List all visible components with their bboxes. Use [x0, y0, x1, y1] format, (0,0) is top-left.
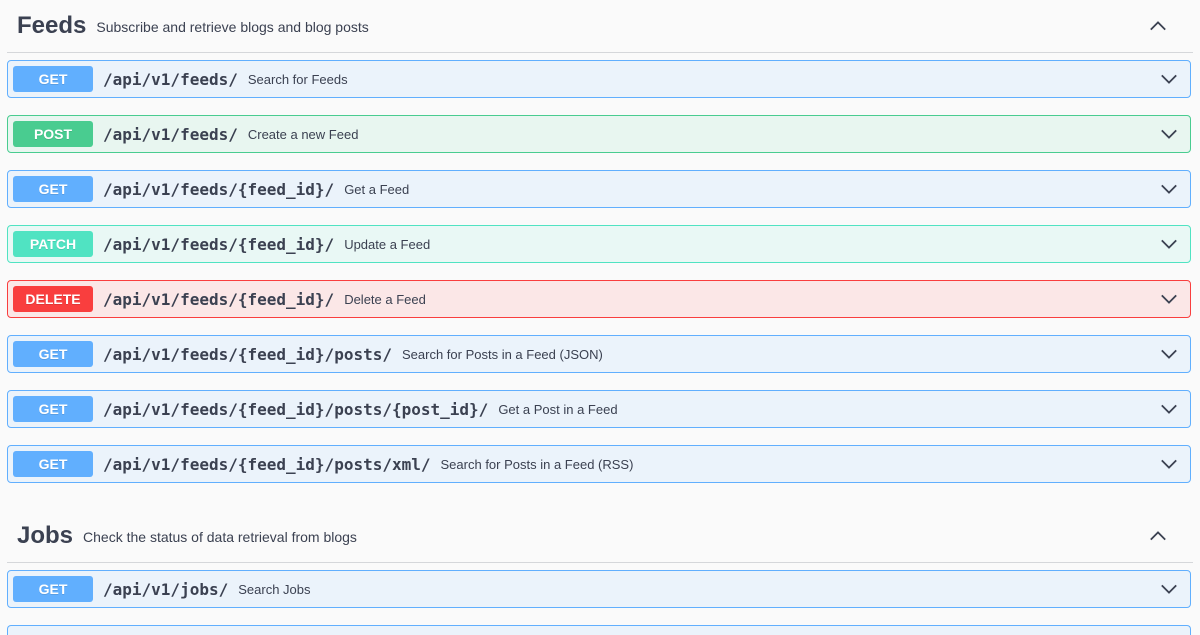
operation-row[interactable]: PATCH /api/v1/feeds/{feed_id}/ Update a … [7, 225, 1191, 263]
section-header-feeds[interactable]: Feeds Subscribe and retrieve blogs and b… [7, 0, 1193, 53]
method-badge: PATCH [13, 231, 93, 257]
chevron-up-icon[interactable] [1149, 527, 1167, 545]
operation-summary: Search for Posts in a Feed (JSON) [401, 346, 603, 362]
operation-summary: Search for Feeds [247, 71, 348, 87]
chevron-down-icon[interactable] [1160, 400, 1178, 418]
section-title-feeds: Feeds [17, 12, 87, 39]
chevron-down-icon[interactable] [1160, 580, 1178, 598]
operation-row[interactable]: GET /api/v1/feeds/{feed_id}/ Get a Feed [7, 170, 1191, 208]
chevron-down-icon[interactable] [1160, 180, 1178, 198]
operation-summary: Search for Posts in a Feed (RSS) [440, 456, 634, 472]
section-description-feeds: Subscribe and retrieve blogs and blog po… [96, 19, 369, 35]
chevron-down-icon[interactable] [1160, 345, 1178, 363]
operation-row[interactable]: GET /api/v1/jobs/ Search Jobs [7, 570, 1191, 608]
section-header-jobs[interactable]: Jobs Check the status of data retrieval … [7, 510, 1193, 563]
section-title-jobs: Jobs [17, 522, 74, 549]
operation-path: /api/v1/feeds/ [103, 69, 238, 89]
operation-summary: Get a Feed [344, 181, 410, 197]
chevron-down-icon[interactable] [1160, 70, 1178, 88]
method-badge: DELETE [13, 286, 93, 312]
operation-path: /api/v1/feeds/{feed_id}/posts/ [103, 344, 392, 364]
operation-path: /api/v1/feeds/{feed_id}/ [103, 289, 335, 309]
method-badge: GET [13, 66, 93, 92]
operation-path: /api/v1/feeds/{feed_id}/ [103, 179, 335, 199]
chevron-down-icon[interactable] [1160, 290, 1178, 308]
operation-summary: Update a Feed [344, 236, 431, 252]
section-description-jobs: Check the status of data retrieval from … [83, 529, 357, 545]
operation-path: /api/v1/feeds/ [103, 124, 238, 144]
method-badge: GET [13, 576, 93, 602]
operation-row[interactable]: GET /api/v1/feeds/{feed_id}/posts/xml/ S… [7, 445, 1191, 483]
operation-row-partial[interactable] [7, 625, 1191, 635]
operation-path: /api/v1/feeds/{feed_id}/posts/xml/ [103, 454, 431, 474]
operation-row[interactable]: GET /api/v1/feeds/{feed_id}/posts/ Searc… [7, 335, 1191, 373]
operation-summary: Get a Post in a Feed [498, 401, 618, 417]
operation-row[interactable]: GET /api/v1/feeds/{feed_id}/posts/{post_… [7, 390, 1191, 428]
method-badge: GET [13, 396, 93, 422]
method-badge: GET [13, 451, 93, 477]
operation-row[interactable]: DELETE /api/v1/feeds/{feed_id}/ Delete a… [7, 280, 1191, 318]
operation-summary: Search Jobs [238, 581, 311, 597]
operation-summary: Create a new Feed [247, 126, 359, 142]
chevron-down-icon[interactable] [1160, 125, 1178, 143]
chevron-up-icon[interactable] [1149, 17, 1167, 35]
operation-row[interactable]: POST /api/v1/feeds/ Create a new Feed [7, 115, 1191, 153]
chevron-down-icon[interactable] [1160, 235, 1178, 253]
method-badge: GET [13, 341, 93, 367]
operation-path: /api/v1/feeds/{feed_id}/ [103, 234, 335, 254]
method-badge: POST [13, 121, 93, 147]
chevron-down-icon[interactable] [1160, 455, 1178, 473]
operation-row[interactable]: GET /api/v1/feeds/ Search for Feeds [7, 60, 1191, 98]
operation-summary: Delete a Feed [344, 291, 426, 307]
operation-path: /api/v1/jobs/ [103, 579, 229, 599]
operation-path: /api/v1/feeds/{feed_id}/posts/{post_id}/ [103, 399, 489, 419]
method-badge: GET [13, 176, 93, 202]
